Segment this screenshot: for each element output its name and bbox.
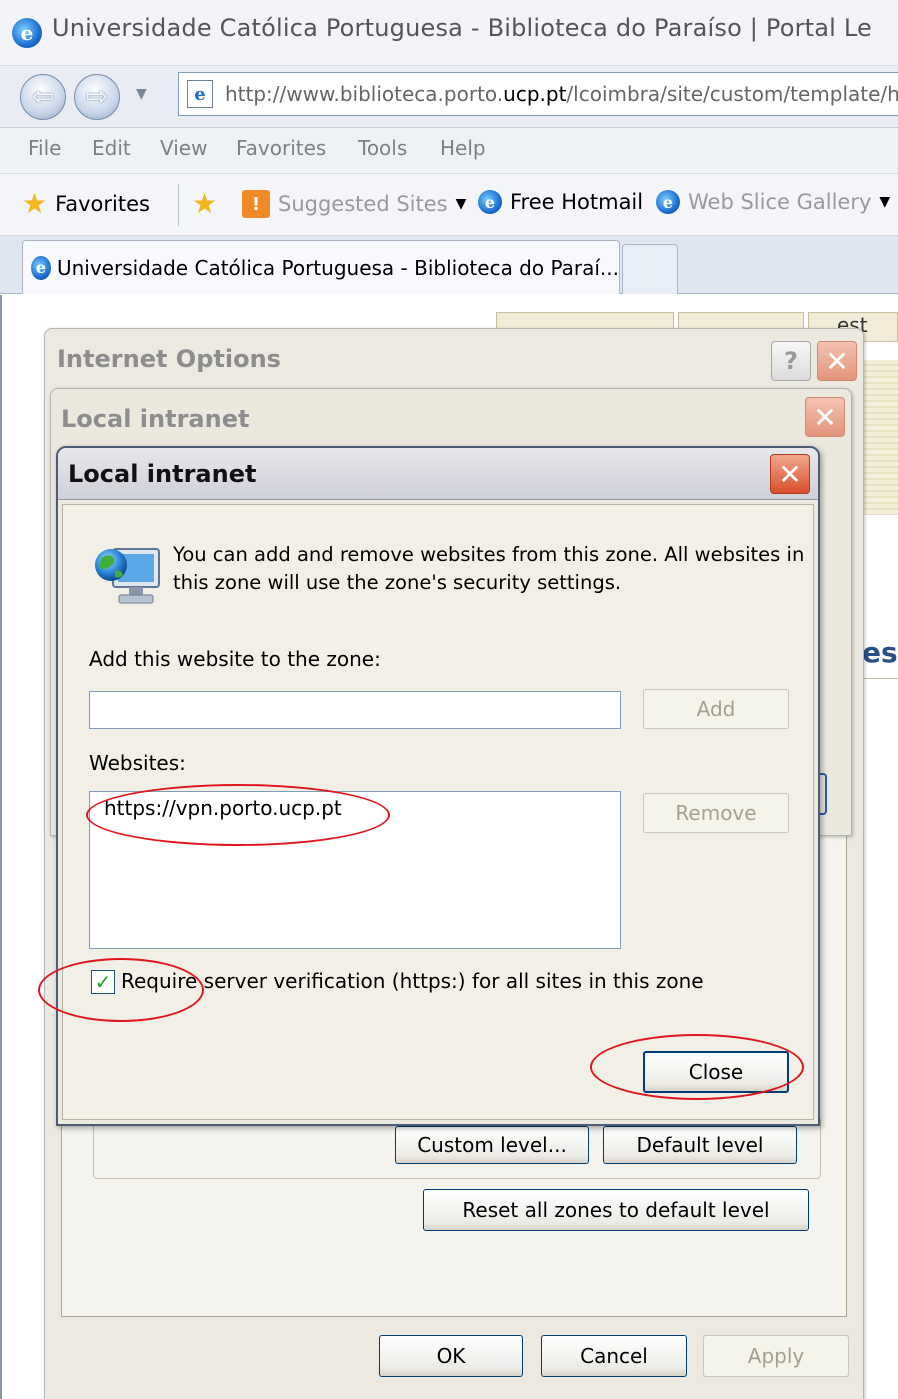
close-button[interactable]: Close (643, 1051, 789, 1093)
question-mark-icon: ? (784, 347, 798, 375)
star-icon: ★ (22, 187, 48, 220)
back-arrow-icon: ⇦ (32, 82, 54, 112)
address-prefix: http://www.biblioteca.porto. (225, 82, 504, 106)
window-title: Universidade Católica Portuguesa - Bibli… (52, 14, 872, 42)
menu-view[interactable]: View (160, 136, 207, 160)
forward-button[interactable]: ⇨ (74, 74, 120, 120)
local-intranet-body: You can add and remove websites from thi… (62, 504, 814, 1120)
add-button[interactable]: Add (643, 689, 789, 729)
address-suffix: /lcoimbra/site/custom/template/hor (566, 82, 898, 106)
browser-title-bar: e Universidade Católica Portuguesa - Bib… (0, 0, 898, 66)
ie-page-icon: e (478, 190, 502, 214)
menu-help[interactable]: Help (440, 136, 486, 160)
back-button[interactable]: ⇦ (20, 74, 66, 120)
new-tab-button[interactable] (622, 244, 678, 294)
free-hotmail-label: Free Hotmail (510, 190, 644, 214)
menu-tools[interactable]: Tools (358, 136, 407, 160)
divider (178, 184, 179, 226)
close-icon: ✕ (825, 344, 849, 378)
background-heading-fragment: est (862, 636, 898, 669)
require-verification-label: Require server verification (https:) for… (121, 969, 704, 993)
tab-bar: e Universidade Católica Portuguesa - Bib… (0, 236, 898, 294)
remove-button[interactable]: Remove (643, 793, 789, 833)
background-yellow-panel (862, 360, 898, 515)
address-bar[interactable]: e http://www.biblioteca.porto. ucp.pt/lco… (178, 72, 898, 116)
reset-all-zones-button[interactable]: Reset all zones to default level (423, 1189, 809, 1231)
checkmark-icon: ✓ (94, 970, 112, 994)
help-button[interactable]: ? (771, 341, 811, 381)
local-intranet-back-title: Local intranet (61, 405, 250, 433)
ie-tab-icon: e (31, 255, 51, 280)
favorites-bar: ★ Favorites ★ ! Suggested Sites ▼ e Free… (0, 174, 898, 236)
address-domain: ucp.pt (503, 82, 567, 106)
local-intranet-title: Local intranet (68, 460, 257, 488)
website-list-item[interactable]: https://vpn.porto.ucp.pt (104, 796, 342, 820)
menu-file[interactable]: File (28, 136, 61, 160)
ok-button[interactable]: OK (379, 1335, 523, 1377)
menu-edit[interactable]: Edit (92, 136, 131, 160)
divider (862, 678, 898, 679)
ie-logo-icon: e (12, 18, 42, 48)
add-website-label: Add this website to the zone: (89, 647, 381, 671)
favorites-button[interactable]: ★ Favorites (22, 190, 150, 218)
local-intranet-dialog: Local intranet ✕ You can add and remove … (56, 446, 820, 1126)
internet-options-title: Internet Options (57, 345, 281, 373)
add-website-input[interactable] (89, 691, 621, 729)
intranet-monitor-icon (95, 548, 160, 604)
forward-arrow-icon: ⇨ (86, 82, 108, 112)
apply-button[interactable]: Apply (703, 1335, 849, 1377)
web-slice-gallery-button[interactable]: e Web Slice Gallery ▼ (656, 190, 890, 214)
zone-info-text: You can add and remove websites from thi… (173, 543, 805, 594)
suggested-sites-button[interactable]: ! Suggested Sites ▼ (242, 190, 466, 218)
cancel-button[interactable]: Cancel (541, 1335, 687, 1377)
recent-pages-dropdown-icon[interactable]: ▼ (136, 86, 147, 102)
close-icon: ✕ (778, 457, 802, 491)
favorites-label: Favorites (55, 192, 150, 216)
add-to-favorites-button[interactable]: ★ (192, 190, 217, 218)
websites-label: Websites: (89, 751, 186, 775)
ie-page-icon: e (656, 190, 680, 214)
require-verification-checkbox[interactable]: ✓ (91, 970, 115, 994)
chevron-down-icon: ▼ (455, 196, 467, 212)
local-intranet-title-bar: Local intranet (58, 448, 818, 500)
menu-favorites[interactable]: Favorites (236, 136, 326, 160)
websites-list[interactable]: https://vpn.porto.ucp.pt (89, 791, 621, 949)
suggested-sites-label: Suggested Sites (278, 192, 448, 216)
web-slice-gallery-label: Web Slice Gallery (688, 190, 872, 214)
tab-universidade[interactable]: e Universidade Católica Portuguesa - Bib… (22, 240, 620, 294)
local-intranet-back-close-button[interactable]: ✕ (805, 397, 845, 437)
page-icon: e (187, 80, 213, 108)
local-intranet-close-button[interactable]: ✕ (770, 454, 810, 494)
close-icon: ✕ (813, 400, 837, 434)
free-hotmail-link[interactable]: e Free Hotmail (478, 190, 643, 214)
add-favorite-star-icon: ★ (192, 187, 218, 220)
tab-title: Universidade Católica Portuguesa - Bibli… (56, 255, 619, 280)
suggested-sites-icon: ! (242, 190, 270, 218)
custom-level-button[interactable]: Custom level... (395, 1126, 589, 1164)
default-level-button[interactable]: Default level (603, 1126, 797, 1164)
internet-options-close-button[interactable]: ✕ (817, 341, 857, 381)
chevron-down-icon: ▼ (879, 194, 891, 210)
menu-bar: File Edit View Favorites Tools Help (0, 128, 898, 174)
